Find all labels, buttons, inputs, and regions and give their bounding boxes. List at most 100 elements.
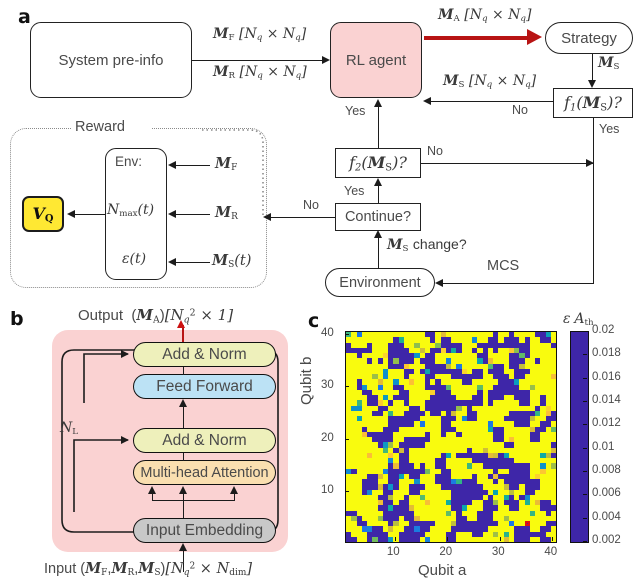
heatmap-xtick-label: 40 [544,546,558,558]
edge-label-yes-continue: Yes [344,184,365,198]
reward-dotted-connector [202,129,264,216]
colorbar-tick-label: 0.008 [592,464,621,476]
node-vq-label: VQ [32,203,54,225]
edge-label-ms-change: MS change? [387,236,467,255]
conn-ff-to-addnorm [183,367,184,375]
colorbar-tick-mark [583,331,587,332]
colorbar-tick-mark [583,541,587,542]
colorbar-tick-label: 0.002 [592,534,621,546]
heatmap-ytick-mark [345,438,349,440]
colorbar-tick-mark [583,471,587,472]
node-environment[interactable]: Environment [325,268,435,297]
conn-input-to-embedding-arrow [178,543,187,551]
colorbar-tick-label: 0.012 [592,417,621,430]
edge-strategy-to-f1-arrow [587,80,596,88]
heatmap-ytick-label: 10 [321,484,334,497]
transformer-output-arrow-head [177,320,185,328]
heatmap-ytick-mark [345,386,349,388]
heatmap-grid[interactable] [345,331,557,543]
node-strategy[interactable]: Strategy [545,22,633,54]
colorbar-tick-label: 0.02 [592,324,615,336]
block-input-embedding[interactable]: Input Embedding [133,518,276,543]
colorbar-tick-label: 0.014 [592,394,621,406]
env-label-nmax: Nmax(t) [107,202,155,220]
colorbar-tick-mark [583,377,587,379]
edge-ms-to-env [175,262,210,263]
conn-qkv-center-arrow [178,486,187,494]
heatmap-xtick-label: 10 [386,546,400,558]
colorbar-tick-label: 0.01 [592,440,615,453]
node-vq[interactable]: VQ [22,196,64,232]
conn-qkv-left-arrow [147,486,156,494]
edge-preinfo-to-agent-arrow [322,55,330,64]
colorbar-tick-label: 0.006 [592,487,621,500]
heatmap-ytick-mark [345,333,349,335]
edge-label-mcs: MCS [487,258,520,274]
block-input-embedding-label: Input Embedding [145,521,264,539]
edge-label-mf-dim: MF [Nq × Nq] [213,26,307,44]
env-label-epsilon: ε(t) [122,251,147,267]
heatmap-ylabel: Qubit b [298,356,315,405]
colorbar-tick-label: 0.018 [592,347,621,360]
block-add-norm-bottom[interactable]: Add & Norm [133,428,276,453]
edge-label-yes-f1: Yes [599,122,620,136]
edge-f2-yes-arrow [373,99,382,107]
env-label-title: Env: [115,154,143,169]
heatmap-xtick-mark [499,537,501,541]
edge-mf-to-env-arrow [168,160,176,169]
node-strategy-label: Strategy [561,29,617,47]
node-system-pre-info[interactable]: System pre-info [30,22,192,98]
edge-continue-yes-to-f2 [378,184,379,203]
colorbar-tick-mark [583,447,587,449]
colorbar-tick-mark [583,494,587,496]
edge-label-ms: MS [598,55,620,73]
edge-label-ms-dim: MS [Nq × Nq] [443,73,537,91]
residual1-arrow [121,349,129,358]
edge-label-no-f1: No [512,103,528,117]
conn-mha-to-addnorm2 [183,453,184,461]
node-rl-agent[interactable]: RL agent [330,22,422,98]
transformer-layers-label: NL [60,420,79,438]
edge-label-ms-t: MS(t) [212,252,252,271]
block-add-norm-bottom-label: Add & Norm [162,431,247,449]
colorbar-label: ε Ath [563,311,594,329]
edge-f2-no-to-rail [421,163,593,164]
edge-continue-yes-arrow [373,178,382,186]
edge-label-ma-dim: MA [Nq × Nq] [438,7,532,25]
conn-qkv-center [183,492,184,518]
node-rl-agent-label: RL agent [345,51,407,69]
edge-label-no-f2: No [427,144,443,158]
node-environment-label: Environment [339,274,421,291]
node-continue-label: Continue? [344,209,412,225]
panel-a-letter: a [18,6,31,28]
edge-preinfo-to-agent [192,60,322,61]
block-add-norm-top[interactable]: Add & Norm [133,342,276,367]
heatmap-xtick-mark [552,537,554,541]
edge-f1-no-to-agent [430,101,554,102]
edge-label-no-continue: No [303,198,319,212]
heatmap-ytick-mark [345,491,349,493]
colorbar-tick-label: 0.004 [592,510,621,523]
edge-f1-yes-rail [593,118,594,283]
block-feed-forward[interactable]: Feed Forward [133,374,276,399]
conn-qkv-right-arrow [229,486,238,494]
edge-f2-no-arrow [586,158,594,167]
edge-environment-to-continue [378,236,379,269]
block-add-norm-top-label: Add & Norm [162,345,247,363]
edge-mr-to-env-arrow [168,209,176,218]
block-multi-head-attention-label: Multi-head Attention [140,464,269,481]
heatmap-xtick-mark [447,537,449,541]
node-f1-decision[interactable]: f1(MS)? [553,88,633,118]
heatmap-ytick-label: 40 [321,326,334,339]
reward-title: Reward [75,119,125,135]
block-multi-head-attention[interactable]: Multi-head Attention [133,460,276,485]
node-continue-decision[interactable]: Continue? [335,203,421,231]
edge-f1-no-to-agent-arrow [423,96,431,105]
edge-label-mr-dim: MR [Nq × Nq] [213,64,307,82]
node-f2-label: f2(MS)? [349,152,407,174]
block-feed-forward-label: Feed Forward [156,377,253,395]
heatmap-xtick-label: 20 [439,546,453,558]
heatmap-ytick-label: 30 [321,379,334,392]
node-f2-decision[interactable]: f2(MS)? [335,148,421,178]
edge-f2-yes-to-agent [378,105,379,148]
